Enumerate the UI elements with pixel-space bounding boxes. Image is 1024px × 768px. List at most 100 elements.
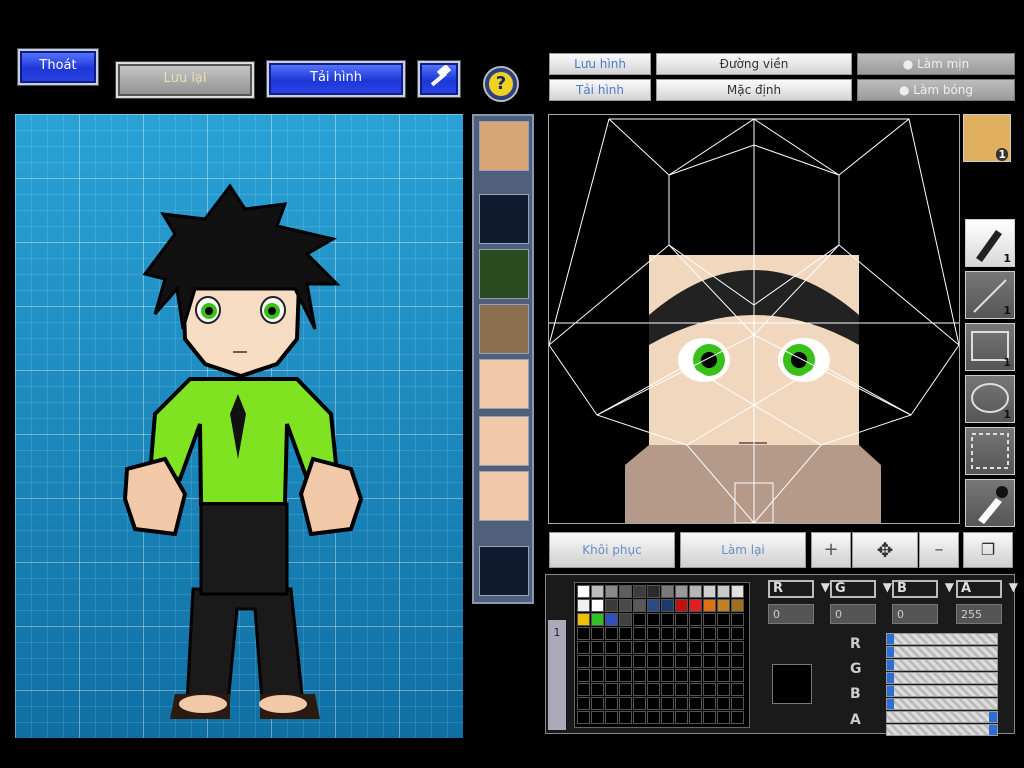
palette-swatch[interactable] [591,655,604,668]
palette-swatch[interactable] [661,655,674,668]
palette-swatch[interactable] [647,641,660,654]
pen-tool[interactable]: 1 [965,219,1015,267]
palette-swatch[interactable] [661,669,674,682]
save-button[interactable]: Lưu lại [116,62,254,98]
palette-swatch[interactable] [731,669,744,682]
palette-swatch[interactable] [619,641,632,654]
palette-swatch[interactable] [661,697,674,710]
channel-b-label[interactable]: B [892,580,954,598]
palette-swatch[interactable] [605,599,618,612]
palette-swatch[interactable] [605,627,618,640]
palette-swatch[interactable] [591,613,604,626]
palette-swatch[interactable] [577,641,590,654]
palette-swatch[interactable] [633,683,646,696]
palette-swatch[interactable] [703,697,716,710]
palette-swatch[interactable] [633,655,646,668]
palette-swatch[interactable] [661,641,674,654]
palette-swatch[interactable] [577,599,590,612]
eyedropper-tool[interactable] [965,479,1015,527]
slider-r2[interactable] [886,646,998,658]
palette-swatch[interactable] [703,627,716,640]
selection-tool[interactable] [965,427,1015,475]
move-button[interactable]: ✥ [852,532,918,568]
part-slot-empty[interactable] [479,194,529,244]
palette-swatch[interactable] [689,683,702,696]
palette-swatch[interactable] [591,599,604,612]
palette-swatch[interactable] [731,683,744,696]
palette-swatch[interactable] [633,599,646,612]
palette-swatch[interactable] [619,627,632,640]
slider-a2[interactable] [886,724,998,736]
part-slot-body[interactable] [479,304,529,354]
smooth-button[interactable]: ● Làm mịn [857,53,1015,75]
palette-swatch[interactable] [591,627,604,640]
palette-swatch[interactable] [731,585,744,598]
slider-g2[interactable] [886,672,998,684]
slider-b[interactable] [886,685,998,697]
palette-swatch[interactable] [605,613,618,626]
slider-r[interactable] [886,633,998,645]
channel-b-value[interactable]: 0 [892,604,938,624]
palette-swatch[interactable] [675,585,688,598]
palette-swatch[interactable] [591,711,604,724]
save-image-button[interactable]: Lưu hình [549,53,651,75]
face-badge[interactable]: 1 [963,114,1011,162]
palette-swatch[interactable] [731,599,744,612]
palette-swatch[interactable] [703,683,716,696]
palette-swatch[interactable] [577,711,590,724]
palette-swatch[interactable] [675,697,688,710]
palette-swatch[interactable] [689,669,702,682]
palette-swatch[interactable] [605,697,618,710]
palette-swatch[interactable] [717,711,730,724]
palette-swatch[interactable] [717,627,730,640]
palette-swatch[interactable] [577,627,590,640]
default-button[interactable]: Mặc định [656,79,852,101]
palette-swatch[interactable] [647,683,660,696]
palette-swatch[interactable] [633,641,646,654]
palette-swatch[interactable] [675,641,688,654]
palette-swatch[interactable] [647,599,660,612]
texture-editor-canvas[interactable] [548,114,960,524]
palette-swatch[interactable] [661,613,674,626]
palette-swatch[interactable] [675,613,688,626]
shade-button[interactable]: ● Làm bóng [857,79,1015,101]
palette-swatch[interactable] [591,697,604,710]
palette-swatch[interactable] [703,613,716,626]
palette-swatch[interactable] [717,697,730,710]
slider-g[interactable] [886,659,998,671]
palette-swatch[interactable] [689,585,702,598]
palette-swatch[interactable] [605,669,618,682]
palette-swatch[interactable] [647,711,660,724]
part-slot-face[interactable] [479,359,529,409]
palette-swatch[interactable] [661,627,674,640]
ellipse-tool[interactable]: 1 [965,375,1015,423]
palette-swatch[interactable] [647,613,660,626]
palette-swatch[interactable] [717,641,730,654]
help-button[interactable]: ? [483,66,519,102]
palette-swatch[interactable] [647,669,660,682]
palette-swatch[interactable] [619,599,632,612]
palette-swatch[interactable] [675,669,688,682]
palette-swatch[interactable] [703,599,716,612]
palette-swatch[interactable] [605,641,618,654]
exit-button[interactable]: Thoát [18,49,98,85]
palette-swatch[interactable] [633,627,646,640]
palette-swatch[interactable] [633,711,646,724]
palette-swatch[interactable] [605,585,618,598]
zoom-out-button[interactable]: – [919,532,959,568]
palette-swatch[interactable] [717,655,730,668]
rectangle-tool[interactable]: 1 [965,323,1015,371]
palette-swatch[interactable] [717,613,730,626]
slider-a[interactable] [886,711,998,723]
palette-swatch[interactable] [689,627,702,640]
palette-swatch[interactable] [647,697,660,710]
palette-swatch[interactable] [717,599,730,612]
palette-swatch[interactable] [703,655,716,668]
channel-g-label[interactable]: G [830,580,892,598]
channel-g-value[interactable]: 0 [830,604,876,624]
palette-swatch[interactable] [675,683,688,696]
palette-swatch[interactable] [731,697,744,710]
palette-swatch[interactable] [675,599,688,612]
palette-swatch[interactable] [647,655,660,668]
palette-swatch[interactable] [717,683,730,696]
